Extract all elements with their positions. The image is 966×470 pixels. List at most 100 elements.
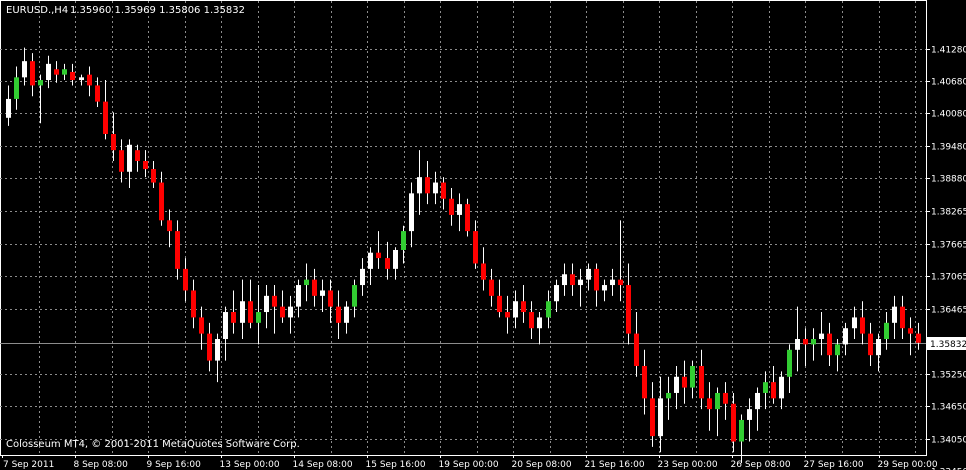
candle-body-bear	[191, 290, 196, 318]
candle-body-bull	[344, 306, 349, 323]
candle	[803, 328, 808, 366]
candle	[505, 295, 510, 334]
candle-body-bull	[433, 182, 438, 194]
candle-body-bear	[803, 339, 808, 345]
candle	[14, 66, 19, 110]
candle	[6, 85, 11, 126]
candle	[336, 290, 341, 340]
candle-body-bull	[62, 69, 67, 75]
candle	[449, 187, 454, 226]
x-tick-label: 23 Sep 00:00	[658, 460, 718, 470]
candle-body-bear	[723, 392, 728, 404]
candle-body-bull	[14, 77, 19, 99]
candle	[393, 247, 398, 280]
x-tick-label: 14 Sep 08:00	[293, 460, 353, 470]
candle	[62, 63, 67, 81]
candle	[256, 285, 261, 345]
candle	[135, 144, 140, 172]
candle	[175, 220, 180, 280]
candle	[666, 376, 671, 420]
candle-body-bull	[240, 301, 245, 323]
candle	[747, 398, 752, 442]
candle-body-bull	[658, 398, 663, 437]
candle	[763, 371, 768, 410]
time-axis: 7 Sep 2011 8 Sep 08:00 9 Sep 16:00 13 Sep 0…	[2, 455, 938, 470]
candle	[715, 387, 720, 437]
candle-body-bull	[843, 328, 848, 345]
x-tick-label: 20 Sep 08:00	[512, 460, 572, 470]
candle-layer	[6, 47, 921, 464]
candle-body-bear	[497, 295, 502, 313]
candle-body-bear	[143, 160, 148, 170]
candle-body-bear	[280, 306, 285, 318]
candle-body-bear	[594, 268, 599, 291]
candle-body-bull	[835, 344, 840, 356]
candle	[127, 139, 132, 188]
x-tick-label: 8 Sep 08:00	[74, 460, 129, 470]
candle-body-bear	[376, 252, 381, 259]
candle	[304, 263, 309, 302]
chart-window[interactable]: 1.41280 1.40680 1.40080 1.39480 1.38880 1.382…	[0, 0, 966, 470]
candle	[457, 193, 462, 232]
candle-body-bear	[771, 382, 776, 399]
candle-body-bull	[715, 392, 720, 410]
candle	[570, 263, 575, 296]
candle	[328, 279, 333, 323]
candle-body-bear	[30, 61, 35, 86]
candle	[143, 150, 148, 178]
candle-body-bull	[554, 285, 559, 302]
y-tick-label: 1.37065	[931, 273, 966, 283]
candle-body-bear	[634, 333, 639, 366]
x-tick-label: 19 Sep 00:00	[439, 460, 499, 470]
candle-body-bull	[264, 295, 269, 313]
candle-body-bear	[465, 204, 470, 232]
candle	[111, 112, 116, 161]
candle	[46, 55, 51, 89]
candle-body-bull	[795, 339, 800, 350]
candle-body-bull	[360, 268, 365, 286]
candle-body-bull	[256, 312, 261, 323]
candle	[779, 371, 784, 410]
candle-body-bull	[368, 252, 373, 269]
candle-body-bull	[884, 322, 889, 340]
candle	[376, 231, 381, 269]
candle-body-bull	[562, 274, 567, 286]
candle	[409, 182, 414, 248]
candle	[22, 47, 27, 86]
candle	[441, 177, 446, 210]
candle-body-bull	[215, 339, 220, 361]
candle	[537, 312, 542, 345]
candle	[578, 268, 583, 307]
candle-body-bear	[529, 312, 534, 329]
y-tick-label: 1.40680	[931, 78, 966, 88]
candle-body-bear	[473, 231, 478, 264]
candle-body-bear	[618, 279, 623, 286]
candle	[819, 312, 824, 356]
candle-body-bull	[22, 61, 27, 78]
candle	[521, 285, 526, 323]
candle	[892, 295, 897, 340]
x-tick-label: 29 Sep 00:00	[878, 460, 938, 470]
x-tick-label: 13 Sep 00:00	[220, 460, 280, 470]
candle-body-bull	[690, 365, 695, 388]
candle-body-bear	[916, 333, 921, 343]
price-axis: 1.41280 1.40680 1.40080 1.39480 1.38880 1.382…	[926, 46, 966, 470]
y-tick-label: 1.39480	[931, 143, 966, 153]
candle	[554, 279, 559, 313]
candle	[650, 382, 655, 447]
current-price-box: 1.35832	[927, 337, 966, 350]
candle-body-bull	[457, 204, 462, 215]
candle	[811, 328, 816, 361]
candle	[223, 306, 228, 361]
candle	[674, 365, 679, 410]
candle	[87, 66, 92, 97]
candle	[634, 312, 639, 377]
candle-body-bear	[682, 376, 687, 388]
candle-body-bull	[819, 333, 824, 340]
candle-body-bull	[409, 193, 414, 232]
candle-body-bull	[674, 376, 679, 393]
candle-body-bear	[908, 328, 913, 334]
candlestick-chart[interactable]: 1.41280 1.40680 1.40080 1.39480 1.38880 1.382…	[0, 0, 966, 470]
candle	[860, 301, 865, 345]
candle	[610, 268, 615, 296]
